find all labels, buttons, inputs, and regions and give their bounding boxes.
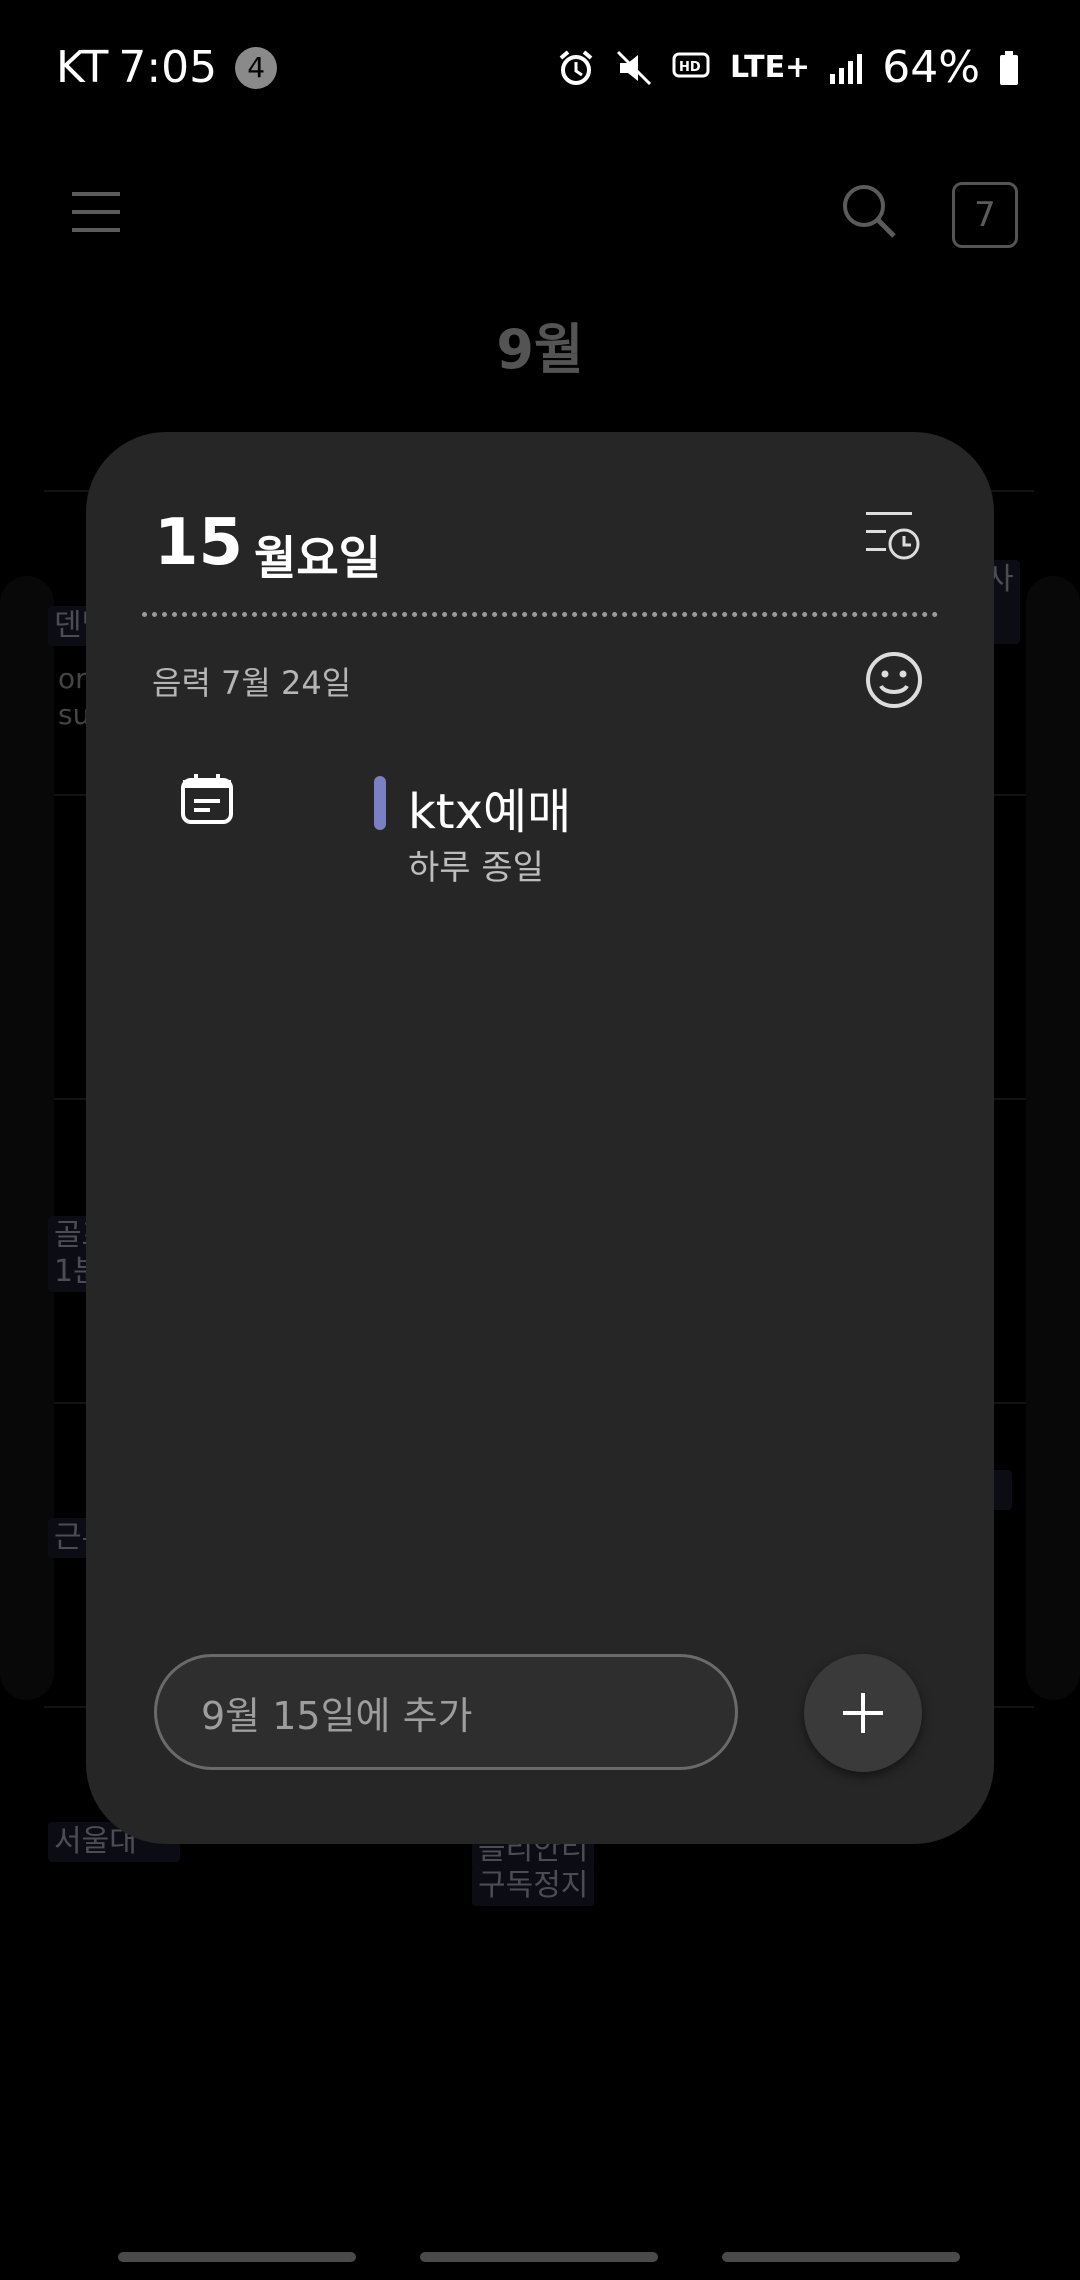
nav-indicator (722, 2252, 960, 2262)
today-button[interactable]: 7 (952, 182, 1018, 248)
calendar-event-chip[interactable]: 구독정지 (472, 1866, 595, 1906)
event-title: ktx예매 (408, 784, 572, 840)
add-event-button[interactable] (804, 1654, 922, 1772)
next-week-card (1026, 576, 1080, 1700)
divider (142, 612, 938, 617)
prev-week-card (0, 576, 54, 1700)
event-color-bar (374, 776, 386, 830)
carrier-label: KT (56, 42, 109, 93)
calendar-event-icon (180, 772, 234, 830)
mute-icon (614, 48, 654, 88)
notification-count-badge: 4 (235, 46, 278, 89)
network-type: LTE+ (729, 50, 811, 85)
battery-percent: 64% (882, 42, 980, 93)
nav-indicator (420, 2252, 658, 2262)
event-time: 하루 종일 (408, 848, 544, 888)
clock-time: 7:05 (118, 42, 218, 93)
signal-icon (828, 50, 864, 86)
day-number: 15 (154, 506, 244, 580)
lunar-date: 음력 7월 24일 (152, 664, 352, 702)
quick-add-input[interactable]: 9월 15일에 추가 (154, 1654, 738, 1770)
month-title: 9월 (496, 318, 584, 381)
menu-icon[interactable] (72, 190, 120, 238)
sticker-smile-icon[interactable] (864, 650, 924, 714)
schedule-list-icon[interactable] (864, 508, 922, 568)
plus-icon (843, 1693, 883, 1733)
search-icon[interactable] (840, 182, 898, 246)
svg-text:HD: HD (679, 60, 701, 75)
status-bar-right: HD LTE+ 64% (556, 42, 1020, 93)
battery-icon (998, 50, 1020, 86)
alarm-icon (556, 48, 596, 88)
day-of-week: 월요일 (254, 531, 381, 585)
nav-indicator (118, 2252, 356, 2262)
hd-voice-icon: HD (672, 50, 712, 86)
status-bar-left: KT 7:05 4 (56, 42, 278, 93)
day-detail-popup: 15 월요일 음력 7월 24일 ktx예매 하루 종일 9월 15일에 추가 (86, 432, 994, 1844)
event-item[interactable]: ktx예매 하루 종일 (180, 772, 880, 902)
